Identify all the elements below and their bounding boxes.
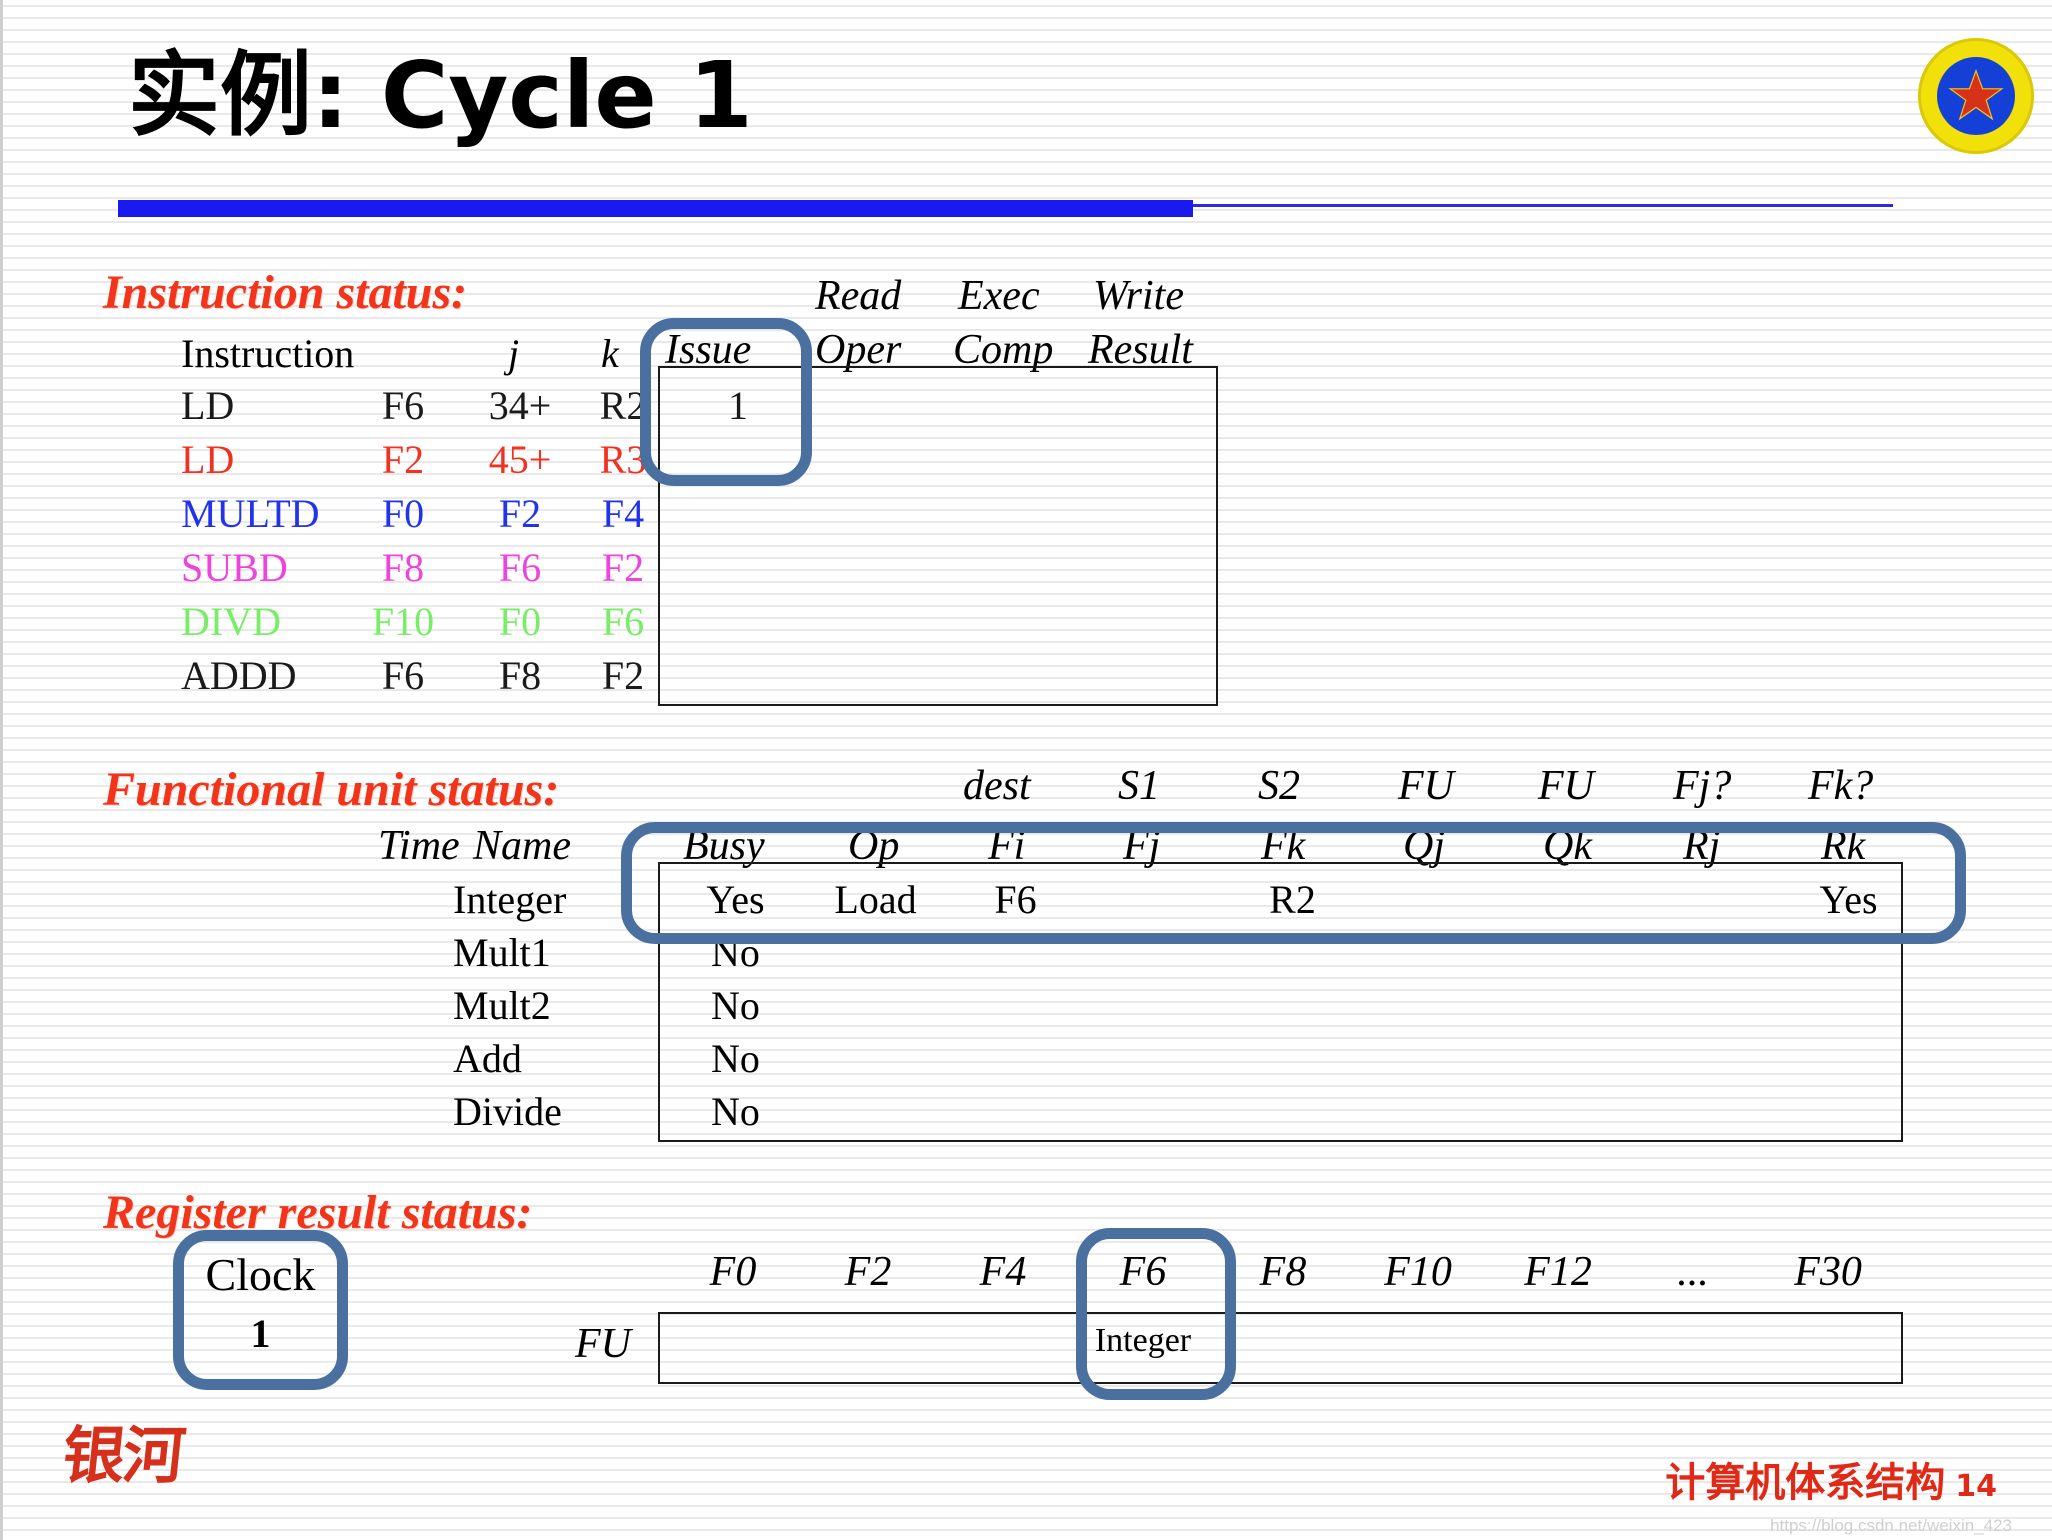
fu-group-header-s2: S2 bbox=[1258, 763, 1300, 809]
fu-row-2-busy: No bbox=[711, 983, 760, 1028]
university-logo-icon bbox=[1918, 38, 2034, 154]
instruction-header-exec: Exec bbox=[958, 273, 1040, 319]
fu-group-header-s1: S1 bbox=[1118, 763, 1160, 809]
instruction-row-4-dest: F10 bbox=[371, 599, 435, 644]
fu-row-0-name: Integer bbox=[453, 877, 567, 922]
footer-course-title: 计算机体系结构 14 bbox=[1665, 1450, 1997, 1508]
fu-row-3-busy: No bbox=[711, 1036, 760, 1081]
logo-inner-disc bbox=[1937, 57, 2015, 135]
instruction-row-1-dest: F2 bbox=[381, 437, 425, 482]
instruction-col-k: k bbox=[601, 331, 619, 376]
fu-row-4-busy: No bbox=[711, 1089, 760, 1134]
fu-row-2-name: Mult2 bbox=[453, 983, 551, 1028]
instruction-row-0-dest: F6 bbox=[381, 383, 425, 428]
instruction-row-3-j: F6 bbox=[498, 545, 542, 590]
fu-group-header-fu-qk: FU bbox=[1538, 763, 1594, 809]
instruction-row-3-dest: F8 bbox=[381, 545, 425, 590]
fu-group-header-fj-flag: Fj? bbox=[1673, 763, 1732, 809]
instruction-row-5-dest: F6 bbox=[381, 653, 425, 698]
register-header-F12: F12 bbox=[1524, 1249, 1592, 1295]
brandmark-logo: 银河 bbox=[59, 1419, 187, 1492]
clock-value: 1 bbox=[250, 1311, 271, 1356]
fu-row-3-name: Add bbox=[453, 1036, 522, 1081]
fu-col-name: Name bbox=[473, 823, 571, 869]
register-header-F0: F0 bbox=[709, 1249, 757, 1295]
instruction-row-4-j: F0 bbox=[498, 599, 542, 644]
register-header-F4: F4 bbox=[979, 1249, 1027, 1295]
instruction-col-j: j bbox=[508, 331, 520, 376]
annotation-issue-column bbox=[640, 318, 812, 486]
register-header-F2: F2 bbox=[844, 1249, 892, 1295]
register-header-dotsdotsdots: ... bbox=[1677, 1249, 1709, 1295]
instruction-row-1-j: 45+ bbox=[488, 437, 552, 482]
register-row-label: FU bbox=[575, 1321, 631, 1367]
functional-unit-status-heading: Functional unit status: bbox=[103, 763, 560, 816]
page-title: 实例: Cycle 1 bbox=[128, 42, 753, 149]
instruction-row-5-j: F8 bbox=[498, 653, 542, 698]
clock-label: Clock bbox=[205, 1249, 316, 1300]
register-result-table-frame bbox=[658, 1312, 1903, 1384]
annotation-integer-row bbox=[621, 822, 1966, 944]
annotation-f6-column bbox=[1076, 1228, 1236, 1400]
footer-text: 计算机体系结构 bbox=[1665, 1460, 1946, 1506]
instruction-row-2-k: F4 bbox=[601, 491, 645, 536]
title-divider-thin bbox=[1193, 204, 1893, 207]
watermark-text: https://blog.csdn.net/weixin_423 bbox=[1770, 1516, 2012, 1535]
instruction-col-instruction: Instruction bbox=[181, 331, 355, 376]
instruction-row-2-dest: F0 bbox=[381, 491, 425, 536]
instruction-row-5-k: F2 bbox=[601, 653, 645, 698]
red-star-icon bbox=[1948, 69, 2004, 121]
fu-group-header-fu-qj: FU bbox=[1398, 763, 1454, 809]
instruction-row-0-j: 34+ bbox=[488, 383, 552, 428]
fu-group-header-fk-flag: Fk? bbox=[1808, 763, 1874, 809]
register-header-F10: F10 bbox=[1384, 1249, 1452, 1295]
instruction-row-4-k: F6 bbox=[601, 599, 645, 644]
title-divider-thick bbox=[118, 200, 1193, 217]
fu-group-header-dest: dest bbox=[963, 763, 1031, 809]
instruction-status-heading: Instruction status: bbox=[103, 266, 468, 319]
slide-canvas: 实例: Cycle 1 Instruction status: Read Exe… bbox=[0, 0, 2052, 1540]
instruction-row-2-j: F2 bbox=[498, 491, 542, 536]
fu-row-4-name: Divide bbox=[453, 1089, 562, 1134]
register-header-F8: F8 bbox=[1259, 1249, 1307, 1295]
instruction-header-read: Read bbox=[815, 273, 902, 319]
fu-row-1-name: Mult1 bbox=[453, 930, 551, 975]
page-number: 14 bbox=[1955, 1469, 1997, 1504]
instruction-header-write: Write bbox=[1093, 273, 1184, 319]
fu-col-time: Time bbox=[378, 823, 460, 869]
instruction-row-3-k: F2 bbox=[601, 545, 645, 590]
register-header-F30: F30 bbox=[1794, 1249, 1862, 1295]
